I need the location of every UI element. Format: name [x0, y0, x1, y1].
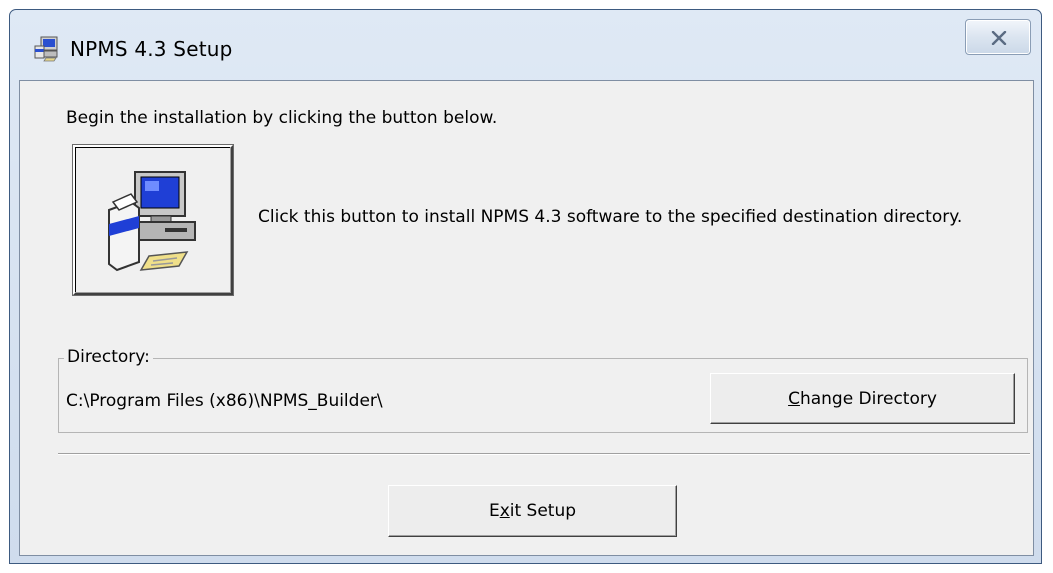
install-description: Click this button to install NPMS 4.3 so…	[258, 207, 963, 227]
dialog-body: Begin the installation by clicking the b…	[19, 80, 1034, 556]
window-title: NPMS 4.3 Setup	[70, 37, 233, 61]
close-button[interactable]	[965, 19, 1031, 55]
exit-setup-button[interactable]: Exit Setup	[388, 485, 677, 537]
exit-setup-label: Exit Setup	[488, 501, 577, 521]
directory-path: C:\Program Files (x86)\NPMS_Builder\	[66, 391, 383, 411]
computer-install-icon	[108, 171, 196, 272]
change-directory-label: Change Directory	[788, 388, 937, 409]
setup-window: NPMS 4.3 Setup Begin the installation by…	[9, 9, 1042, 564]
separator	[58, 453, 1030, 455]
title-bar[interactable]: NPMS 4.3 Setup	[10, 10, 1041, 80]
directory-label: Directory:	[64, 347, 153, 367]
setup-app-icon	[32, 34, 60, 62]
change-directory-button[interactable]: Change Directory	[710, 373, 1015, 424]
close-icon	[991, 31, 1007, 45]
intro-text: Begin the installation by clicking the b…	[66, 108, 498, 128]
install-button[interactable]	[72, 144, 234, 296]
